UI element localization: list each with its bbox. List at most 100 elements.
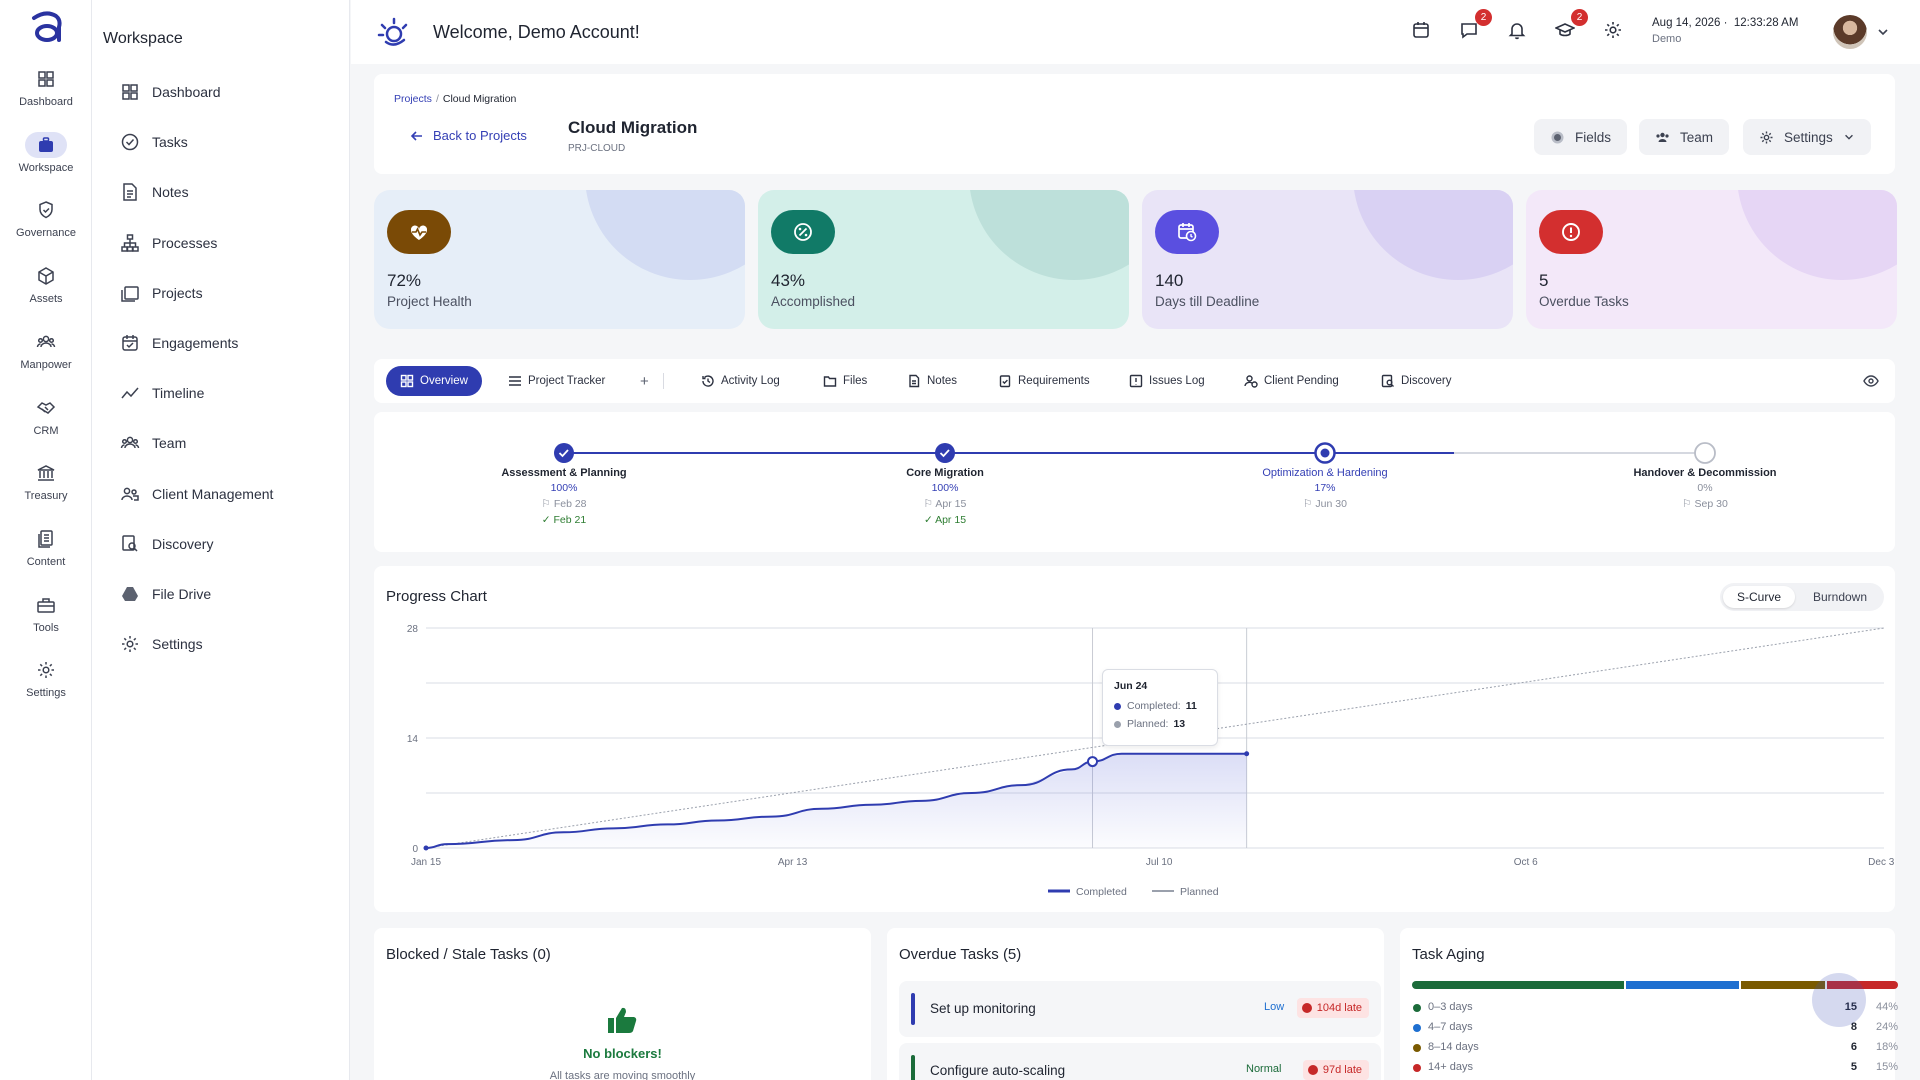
milestone-due-date: Sep 30 bbox=[1694, 498, 1728, 510]
datetime-display: Aug 14, 2026 · 12:33:28 AM Demo bbox=[1652, 17, 1799, 45]
priority-badge: Normal bbox=[1246, 1063, 1282, 1075]
team-button[interactable]: Team bbox=[1639, 119, 1730, 155]
rail-item-manpower[interactable]: Manpower bbox=[0, 329, 92, 389]
current-time: 12:33:28 AM bbox=[1733, 17, 1799, 29]
aging-segment bbox=[1412, 981, 1624, 989]
gear-icon bbox=[1760, 131, 1773, 143]
milestone-name: Optimization & Hardening bbox=[1262, 467, 1388, 479]
aging-row: 14+ days 5 15% bbox=[1412, 1060, 1898, 1076]
tab-divider bbox=[663, 373, 664, 389]
app-rail: Dashboard Workspace Governance Assets Manpow… bbox=[0, 0, 92, 1080]
kpi-value: 5 bbox=[1539, 271, 1549, 290]
tab-client-pending[interactable]: Client Pending bbox=[1244, 366, 1339, 396]
tab-activity-log[interactable]: Activity Log bbox=[701, 366, 780, 396]
sidebar-item-timeline[interactable]: Timeline bbox=[120, 381, 204, 405]
milestone-2[interactable]: Core Migration 100% ⚐ Apr 15 ✓ Apr 15 bbox=[825, 467, 1065, 526]
sidebar-item-team[interactable]: Team bbox=[120, 431, 186, 455]
sidebar-item-label: Dashboard bbox=[152, 84, 221, 100]
rail-item-treasury[interactable]: Treasury bbox=[0, 460, 92, 520]
settings-button[interactable] bbox=[1603, 20, 1627, 44]
rail-item-tools[interactable]: Tools bbox=[0, 592, 92, 652]
overdue-task-name: Set up monitoring bbox=[930, 1001, 1036, 1016]
milestone-percent: 0% bbox=[1697, 482, 1713, 494]
sidebar-item-discovery[interactable]: Discovery bbox=[120, 532, 213, 556]
app-logo-icon[interactable] bbox=[28, 10, 64, 46]
fields-button[interactable]: Fields bbox=[1534, 119, 1628, 155]
milestone-due-date: Jun 30 bbox=[1315, 498, 1347, 510]
eye-icon[interactable] bbox=[1863, 374, 1879, 388]
user-avatar[interactable] bbox=[1833, 15, 1867, 49]
rail-item-workspace[interactable]: Workspace bbox=[0, 131, 92, 192]
sidebar-title: Workspace bbox=[103, 30, 183, 47]
chevron-down-icon[interactable] bbox=[1876, 25, 1890, 39]
aging-label: 4–7 days bbox=[1428, 1021, 1473, 1033]
rail-item-assets[interactable]: Assets bbox=[0, 263, 92, 323]
tab-notes[interactable]: Notes bbox=[907, 366, 957, 396]
rail-item-label: Governance bbox=[16, 227, 76, 240]
percent-badge-icon bbox=[794, 223, 812, 241]
learning-badge: 2 bbox=[1571, 9, 1588, 26]
chevron-down-icon bbox=[1844, 134, 1853, 140]
back-to-projects-link[interactable]: Back to Projects bbox=[410, 128, 527, 143]
tab-discovery[interactable]: Discovery bbox=[1381, 366, 1451, 396]
sidebar-item-dashboard[interactable]: Dashboard bbox=[120, 80, 221, 104]
x-tick-label: Jan 15 bbox=[411, 857, 441, 868]
sidebar-item-engagements[interactable]: Engagements bbox=[120, 331, 238, 355]
overdue-task-item[interactable]: Set up monitoring Low 104d late bbox=[899, 981, 1381, 1037]
milestone-due-date: Feb 28 bbox=[553, 498, 587, 510]
graduation-cap-icon bbox=[1554, 23, 1576, 37]
aging-percent: 18% bbox=[1875, 1041, 1898, 1053]
add-tab-button[interactable]: + bbox=[640, 366, 649, 396]
grid-icon bbox=[400, 374, 414, 388]
sidebar-item-processes[interactable]: Processes bbox=[120, 231, 217, 255]
sidebar-item-notes[interactable]: Notes bbox=[120, 180, 189, 204]
brand-icon[interactable] bbox=[377, 16, 411, 50]
project-settings-button[interactable]: Settings bbox=[1743, 119, 1871, 155]
tooltip-completed-value: 11 bbox=[1185, 700, 1197, 712]
sidebar-item-projects[interactable]: Projects bbox=[120, 281, 203, 305]
folders-icon bbox=[121, 286, 139, 302]
shield-icon bbox=[39, 201, 53, 219]
rail-item-label: Assets bbox=[29, 293, 63, 306]
breadcrumb-projects-link[interactable]: Projects bbox=[394, 93, 432, 105]
milestones-panel: Assessment & Planning 100% ⚐ Feb 28 ✓ Feb 2… bbox=[374, 412, 1895, 552]
alert-square-icon bbox=[1129, 374, 1143, 388]
sidebar-item-label: Projects bbox=[152, 284, 203, 301]
rail-item-content[interactable]: Content bbox=[0, 526, 92, 586]
search-document-icon bbox=[1381, 374, 1394, 388]
sidebar-item-tasks[interactable]: Tasks bbox=[120, 130, 188, 154]
aging-title: Task Aging bbox=[1412, 946, 1485, 963]
completed-point bbox=[1244, 751, 1250, 757]
sidebar-item-client-management[interactable]: Client Management bbox=[120, 482, 273, 506]
rail-item-settings[interactable]: Settings bbox=[0, 657, 92, 717]
rail-item-dashboard[interactable]: Dashboard bbox=[0, 66, 92, 126]
tab-overview[interactable]: Overview bbox=[386, 366, 482, 396]
learning-button[interactable]: 2 bbox=[1554, 9, 1588, 44]
rail-item-crm[interactable]: CRM bbox=[0, 395, 92, 455]
calendar-button[interactable] bbox=[1411, 20, 1435, 44]
rail-item-label: Tools bbox=[33, 621, 59, 634]
notifications-button[interactable] bbox=[1507, 20, 1531, 44]
milestone-name: Handover & Decommission bbox=[1633, 467, 1777, 479]
task-aging-card: Task Aging 0–3 days 15 44% 4–7 days 8 24% 8–14… bbox=[1400, 928, 1898, 1080]
milestone-3[interactable]: Optimization & Hardening 17% ⚐ Jun 30 bbox=[1205, 467, 1445, 510]
messages-button[interactable]: 2 bbox=[1459, 9, 1492, 44]
tab-issues-log[interactable]: Issues Log bbox=[1129, 366, 1205, 396]
milestone-1[interactable]: Assessment & Planning 100% ⚐ Feb 28 ✓ Feb 2… bbox=[444, 467, 684, 526]
handshake-icon bbox=[36, 401, 56, 414]
tab-project-tracker[interactable]: Project Tracker bbox=[508, 366, 605, 396]
rail-item-governance[interactable]: Governance bbox=[0, 197, 92, 257]
sidebar-item-file-drive[interactable]: File Drive bbox=[120, 582, 211, 606]
rail-item-label: Content bbox=[26, 555, 66, 568]
kpi-card-project-health: 72% Project Health bbox=[374, 190, 745, 329]
gear-icon bbox=[122, 636, 138, 653]
tab-requirements[interactable]: Requirements bbox=[998, 366, 1090, 396]
sidebar-item-settings[interactable]: Settings bbox=[120, 632, 203, 656]
milestone-4[interactable]: Handover & Decommission 0% ⚐ Sep 30 bbox=[1585, 467, 1825, 510]
rail-item-label: Treasury bbox=[24, 490, 68, 503]
kpi-value: 72% bbox=[387, 271, 422, 290]
tab-files[interactable]: Files bbox=[823, 366, 867, 396]
dashboard-icon bbox=[38, 71, 54, 87]
overdue-task-item[interactable]: Configure auto-scaling Normal 97d late bbox=[899, 1043, 1381, 1080]
kpi-label: Accomplished bbox=[771, 294, 856, 309]
